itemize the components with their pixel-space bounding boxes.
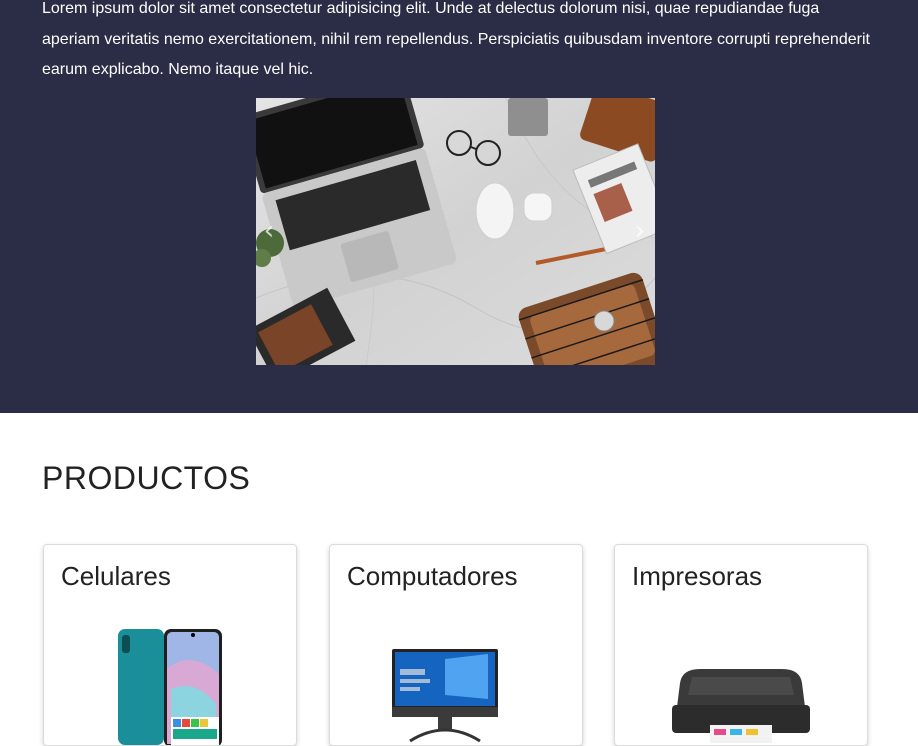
card-title: Celulares — [61, 561, 171, 591]
phone-image — [118, 629, 222, 745]
desktop-computer-image — [392, 649, 498, 743]
workspace-desk-image — [256, 98, 655, 365]
carousel-prev-icon[interactable]: ‹ — [258, 216, 280, 246]
hero-section: Lorem ipsum dolor sit amet consectetur a… — [0, 0, 918, 413]
printer-image — [672, 669, 810, 743]
product-card-celulares[interactable]: Celulares — [43, 544, 297, 746]
image-carousel[interactable]: ‹ › — [256, 98, 655, 365]
product-card-impresoras[interactable]: Impresoras — [614, 544, 868, 746]
carousel-next-icon[interactable]: › — [629, 216, 651, 246]
product-card-computadores[interactable]: Computadores — [329, 544, 583, 746]
products-section-title: PRODUCTOS — [42, 460, 251, 496]
card-title: Computadores — [347, 561, 518, 591]
hero-description: Lorem ipsum dolor sit amet consectetur a… — [42, 0, 870, 78]
card-title: Impresoras — [632, 561, 763, 591]
